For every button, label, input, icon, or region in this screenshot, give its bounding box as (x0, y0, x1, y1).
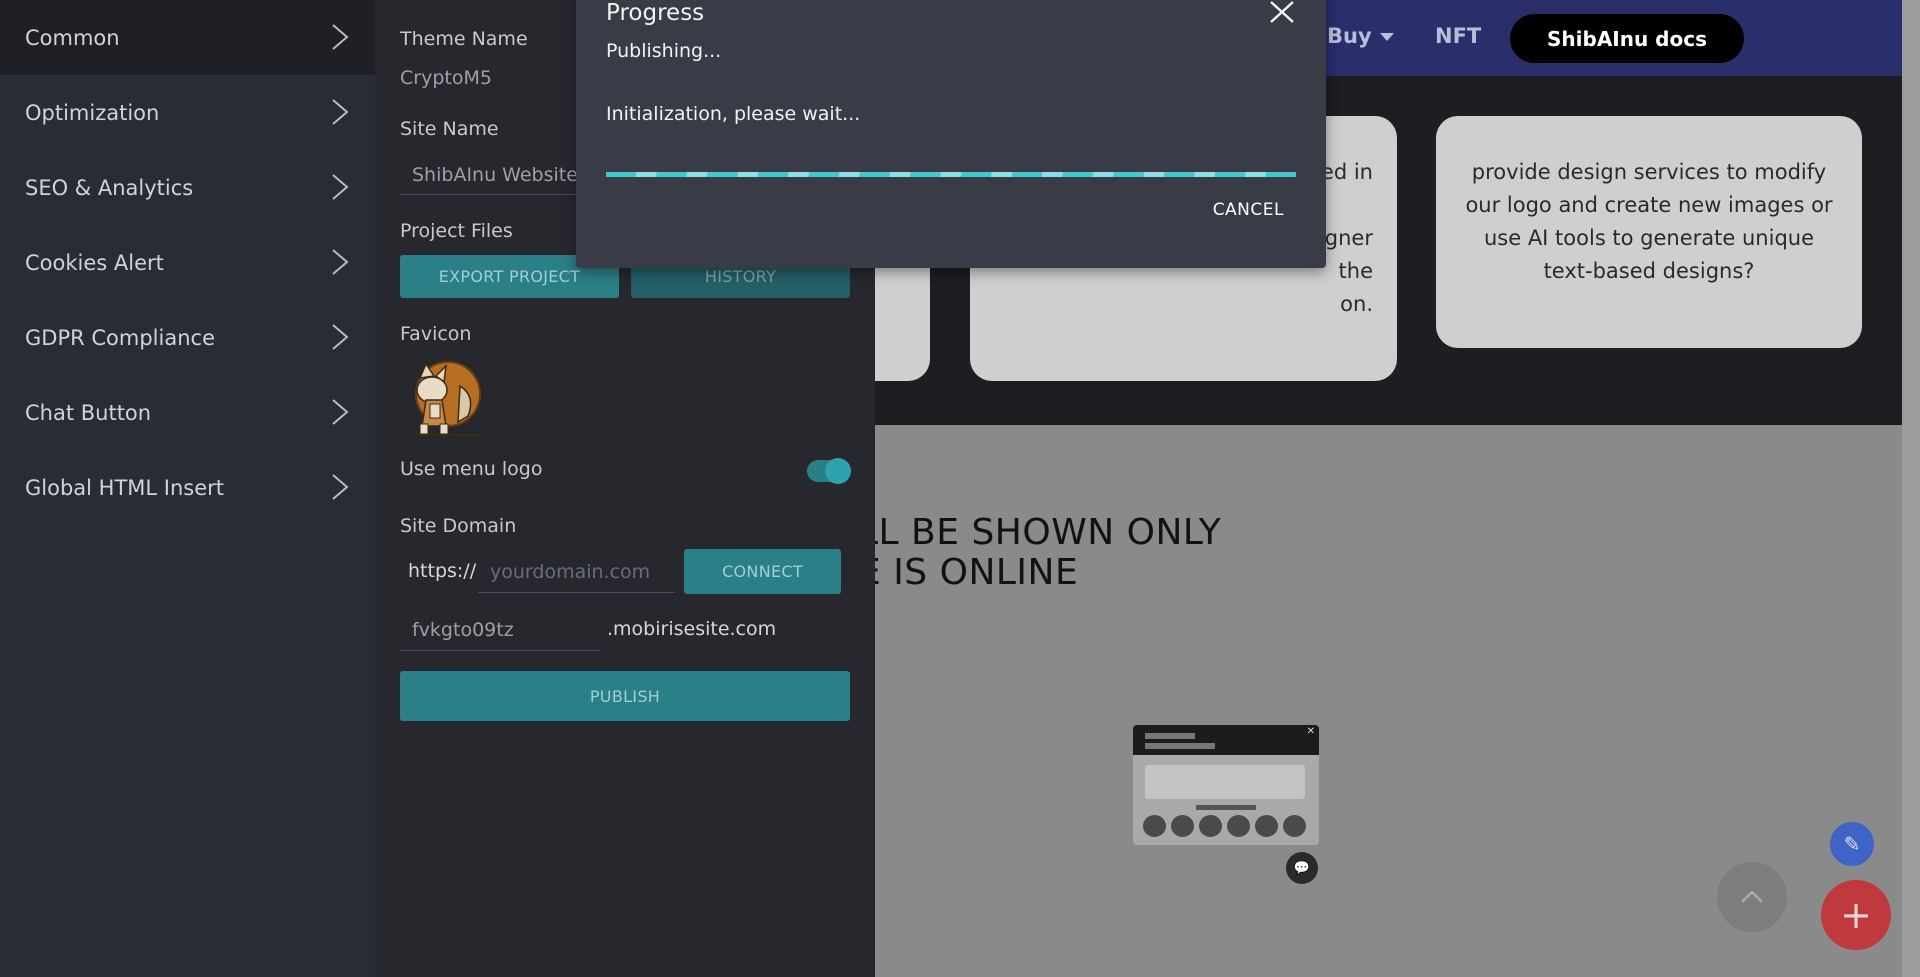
site-domain-label: Site Domain (400, 515, 517, 537)
menu-item-label: SEO & Analytics (25, 175, 194, 200)
settings-menu: Common Optimization SEO & Analytics Cook… (0, 0, 375, 977)
chevron-right-icon (332, 99, 349, 125)
nav-docs-button[interactable]: ShibAInu docs (1510, 14, 1744, 63)
domain-prefix: https:// (408, 560, 477, 582)
menu-item-gdpr-compliance[interactable]: GDPR Compliance (0, 300, 375, 375)
connect-button[interactable]: CONNECT (684, 549, 841, 594)
use-menu-logo-label: Use menu logo (400, 458, 543, 480)
notice-line: LL BE SHOWN ONLY (858, 512, 1222, 553)
chat-bubble-icon: 💬 (1286, 852, 1318, 884)
menu-item-label: Global HTML Insert (25, 475, 225, 500)
progress-bar (606, 172, 1296, 177)
cancel-button[interactable]: CANCEL (1213, 200, 1284, 220)
menu-item-common[interactable]: Common (0, 0, 375, 75)
chevron-right-icon (332, 24, 349, 50)
publish-button[interactable]: PUBLISH (400, 671, 850, 721)
menu-item-global-html-insert[interactable]: Global HTML Insert (0, 450, 375, 525)
feature-card: provide design services to modify our lo… (1436, 116, 1862, 348)
site-name-value: ShibAInu Website (412, 163, 578, 186)
nav-buy-dropdown[interactable]: Buy (1327, 24, 1394, 48)
popup-preview-thumbnail: ✕ (1133, 725, 1319, 845)
close-icon[interactable] (1268, 0, 1296, 24)
subdomain-input[interactable]: fvkgto09tz (400, 609, 600, 651)
edit-pencil-button[interactable]: ✎ (1830, 822, 1874, 866)
add-block-button[interactable]: + (1821, 880, 1891, 950)
menu-item-chat-button[interactable]: Chat Button (0, 375, 375, 450)
site-name-label: Site Name (400, 118, 499, 140)
online-only-notice: LL BE SHOWN ONLY E IS ONLINE (858, 513, 1221, 593)
dialog-title: Progress (606, 0, 705, 26)
toggle-knob (825, 458, 851, 484)
caret-down-icon (1379, 33, 1394, 41)
subdomain-value: fvkgto09tz (412, 618, 514, 641)
card-text: provide design services to modify our lo… (1465, 160, 1833, 283)
domain-input[interactable]: yourdomain.com (478, 551, 675, 593)
card-text-line: on. (1340, 292, 1373, 316)
scroll-to-top-button[interactable] (1717, 862, 1787, 932)
progress-dialog: Progress Publishing... Initialization, p… (576, 0, 1326, 268)
notice-line: E IS ONLINE (858, 552, 1079, 593)
chevron-right-icon (332, 324, 349, 350)
close-icon: ✕ (1306, 726, 1315, 737)
chevron-right-icon (332, 249, 349, 275)
chevron-right-icon (332, 474, 349, 500)
menu-item-optimization[interactable]: Optimization (0, 75, 375, 150)
chevron-up-icon (1741, 890, 1763, 903)
favicon-label: Favicon (400, 323, 472, 345)
progress-bar-fill (606, 172, 1296, 177)
menu-item-label: GDPR Compliance (25, 325, 215, 350)
chevron-right-icon (332, 174, 349, 200)
theme-name-value: CryptoM5 (400, 67, 492, 89)
publish-detail: Initialization, please wait... (606, 103, 861, 125)
domain-placeholder: yourdomain.com (490, 560, 651, 583)
publish-status: Publishing... (606, 40, 722, 62)
project-files-label: Project Files (400, 220, 513, 242)
menu-item-label: Optimization (25, 100, 160, 125)
menu-item-cookies-alert[interactable]: Cookies Alert (0, 225, 375, 300)
chevron-right-icon (332, 399, 349, 425)
subdomain-suffix: .mobirisesite.com (607, 618, 777, 640)
theme-name-label: Theme Name (400, 28, 528, 50)
menu-item-label: Cookies Alert (25, 250, 164, 275)
use-menu-logo-toggle[interactable] (807, 458, 851, 484)
nav-nft-link[interactable]: NFT (1435, 24, 1481, 48)
favicon-image[interactable] (402, 356, 484, 438)
menu-item-seo-analytics[interactable]: SEO & Analytics (0, 150, 375, 225)
menu-item-label: Chat Button (25, 400, 152, 425)
page-scrollbar[interactable] (1902, 0, 1920, 977)
menu-item-label: Common (25, 25, 120, 50)
